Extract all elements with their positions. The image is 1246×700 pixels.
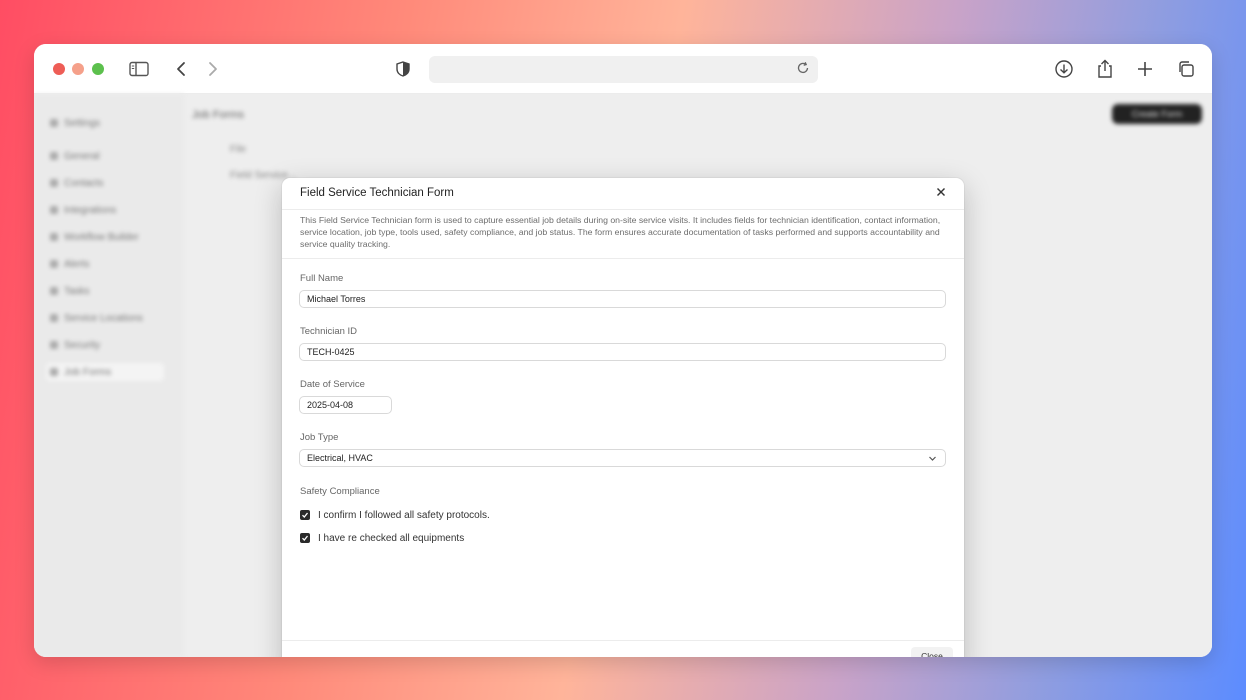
sidebar-item-integrations[interactable]: Integrations xyxy=(50,203,116,217)
reload-icon[interactable] xyxy=(796,61,812,77)
address-bar[interactable] xyxy=(429,56,818,83)
sidebar-item-alerts[interactable]: Alerts xyxy=(50,257,90,271)
header-divider xyxy=(282,209,964,210)
safety-compliance-label: Safety Compliance xyxy=(300,486,380,497)
sidebar-item-label: Workflow Builder xyxy=(64,231,139,243)
forward-arrow-icon[interactable] xyxy=(202,58,224,80)
browser-toolbar xyxy=(34,44,1212,94)
sidebar-item-label: Alerts xyxy=(64,258,90,270)
create-form-button[interactable]: Create Form xyxy=(1112,104,1202,124)
full-name-input[interactable]: Michael Torres xyxy=(299,290,946,308)
sidebar-item-general[interactable]: General xyxy=(50,149,100,163)
new-tab-icon[interactable] xyxy=(1134,58,1156,80)
full-name-label: Full Name xyxy=(300,273,344,284)
chevron-down-icon xyxy=(928,454,937,463)
sidebar-item-label: Security xyxy=(64,339,101,351)
sidebar-item-contacts[interactable]: Contacts xyxy=(50,176,103,190)
minimize-window-button[interactable] xyxy=(72,63,84,75)
sidebar-item-tasks[interactable]: Tasks xyxy=(50,284,90,298)
sidebar-item-label: General xyxy=(64,150,100,162)
sidebar-item-label: Settings xyxy=(64,117,101,129)
close-icon[interactable] xyxy=(933,184,949,200)
page-content: Settings General Contacts Integrations W… xyxy=(34,94,1212,657)
share-icon[interactable] xyxy=(1094,58,1116,80)
tab-overview-icon[interactable] xyxy=(1175,58,1197,80)
sidebar-item-settings[interactable]: Settings xyxy=(50,116,100,130)
sidebar-item-icon xyxy=(50,314,58,322)
safety-protocols-label: I confirm I followed all safety protocol… xyxy=(318,509,490,521)
sidebar-item-label: Tasks xyxy=(64,285,90,297)
sidebar-item-security[interactable]: Security xyxy=(50,338,100,352)
downloads-icon[interactable] xyxy=(1053,58,1075,80)
modal-description: This Field Service Technician form is us… xyxy=(300,215,941,249)
job-type-select[interactable]: Electrical, HVAC xyxy=(299,449,946,467)
modal-title: Field Service Technician Form xyxy=(300,187,454,199)
date-of-service-label: Date of Service xyxy=(300,379,365,390)
sidebar-item-label: Job Forms xyxy=(64,366,112,378)
app-sidebar: Settings General Contacts Integrations W… xyxy=(34,94,184,657)
sidebar-item-label: Service Locations xyxy=(64,312,143,324)
browser-window: Settings General Contacts Integrations W… xyxy=(34,44,1212,657)
sidebar-item-icon xyxy=(50,287,58,295)
sidebar-item-icon xyxy=(50,233,58,241)
date-of-service-input[interactable]: 2025-04-08 xyxy=(299,396,392,414)
zoom-window-button[interactable] xyxy=(92,63,104,75)
back-arrow-icon[interactable] xyxy=(170,58,192,80)
sidebar-item-icon xyxy=(50,152,58,160)
sidebar-toggle-icon[interactable] xyxy=(128,58,150,80)
date-of-service-value: 2025-04-08 xyxy=(307,400,354,410)
equipment-check-checkbox[interactable] xyxy=(300,533,310,543)
technician-id-label: Technician ID xyxy=(300,326,358,337)
table-header: File xyxy=(230,144,247,155)
job-type-label: Job Type xyxy=(300,432,339,443)
equipment-check-label: I have re checked all equipments xyxy=(318,532,465,544)
equipment-check-checkbox-row[interactable]: I have re checked all equipments xyxy=(300,532,464,544)
sidebar-item-icon xyxy=(50,341,58,349)
sidebar-item-workflow-builder[interactable]: Workflow Builder xyxy=(50,230,139,244)
sidebar-item-service-locations[interactable]: Service Locations xyxy=(50,311,143,325)
sidebar-item-icon xyxy=(50,206,58,214)
form-modal: Field Service Technician Form This Field… xyxy=(282,178,964,657)
privacy-shield-icon[interactable] xyxy=(392,58,414,80)
full-name-value: Michael Torres xyxy=(307,294,366,304)
sidebar-item-icon xyxy=(50,179,58,187)
sidebar-item-icon xyxy=(50,368,58,376)
sidebar-item-icon xyxy=(50,119,58,127)
page-title: Job Forms xyxy=(192,109,244,121)
sidebar-item-label: Contacts xyxy=(64,177,104,189)
technician-id-value: TECH-0425 xyxy=(307,347,355,357)
close-window-button[interactable] xyxy=(53,63,65,75)
safety-protocols-checkbox[interactable] xyxy=(300,510,310,520)
create-form-button-label: Create Form xyxy=(1131,109,1183,119)
safety-protocols-checkbox-row[interactable]: I confirm I followed all safety protocol… xyxy=(300,509,490,521)
footer-divider xyxy=(282,640,964,641)
job-type-value: Electrical, HVAC xyxy=(307,453,373,463)
sidebar-item-label: Integrations xyxy=(64,204,117,216)
sidebar-item-icon xyxy=(50,260,58,268)
sidebar-item-job-forms[interactable]: Job Forms xyxy=(46,363,164,381)
technician-id-input[interactable]: TECH-0425 xyxy=(299,343,946,361)
description-divider xyxy=(282,258,964,259)
close-button[interactable]: Close xyxy=(911,647,953,657)
